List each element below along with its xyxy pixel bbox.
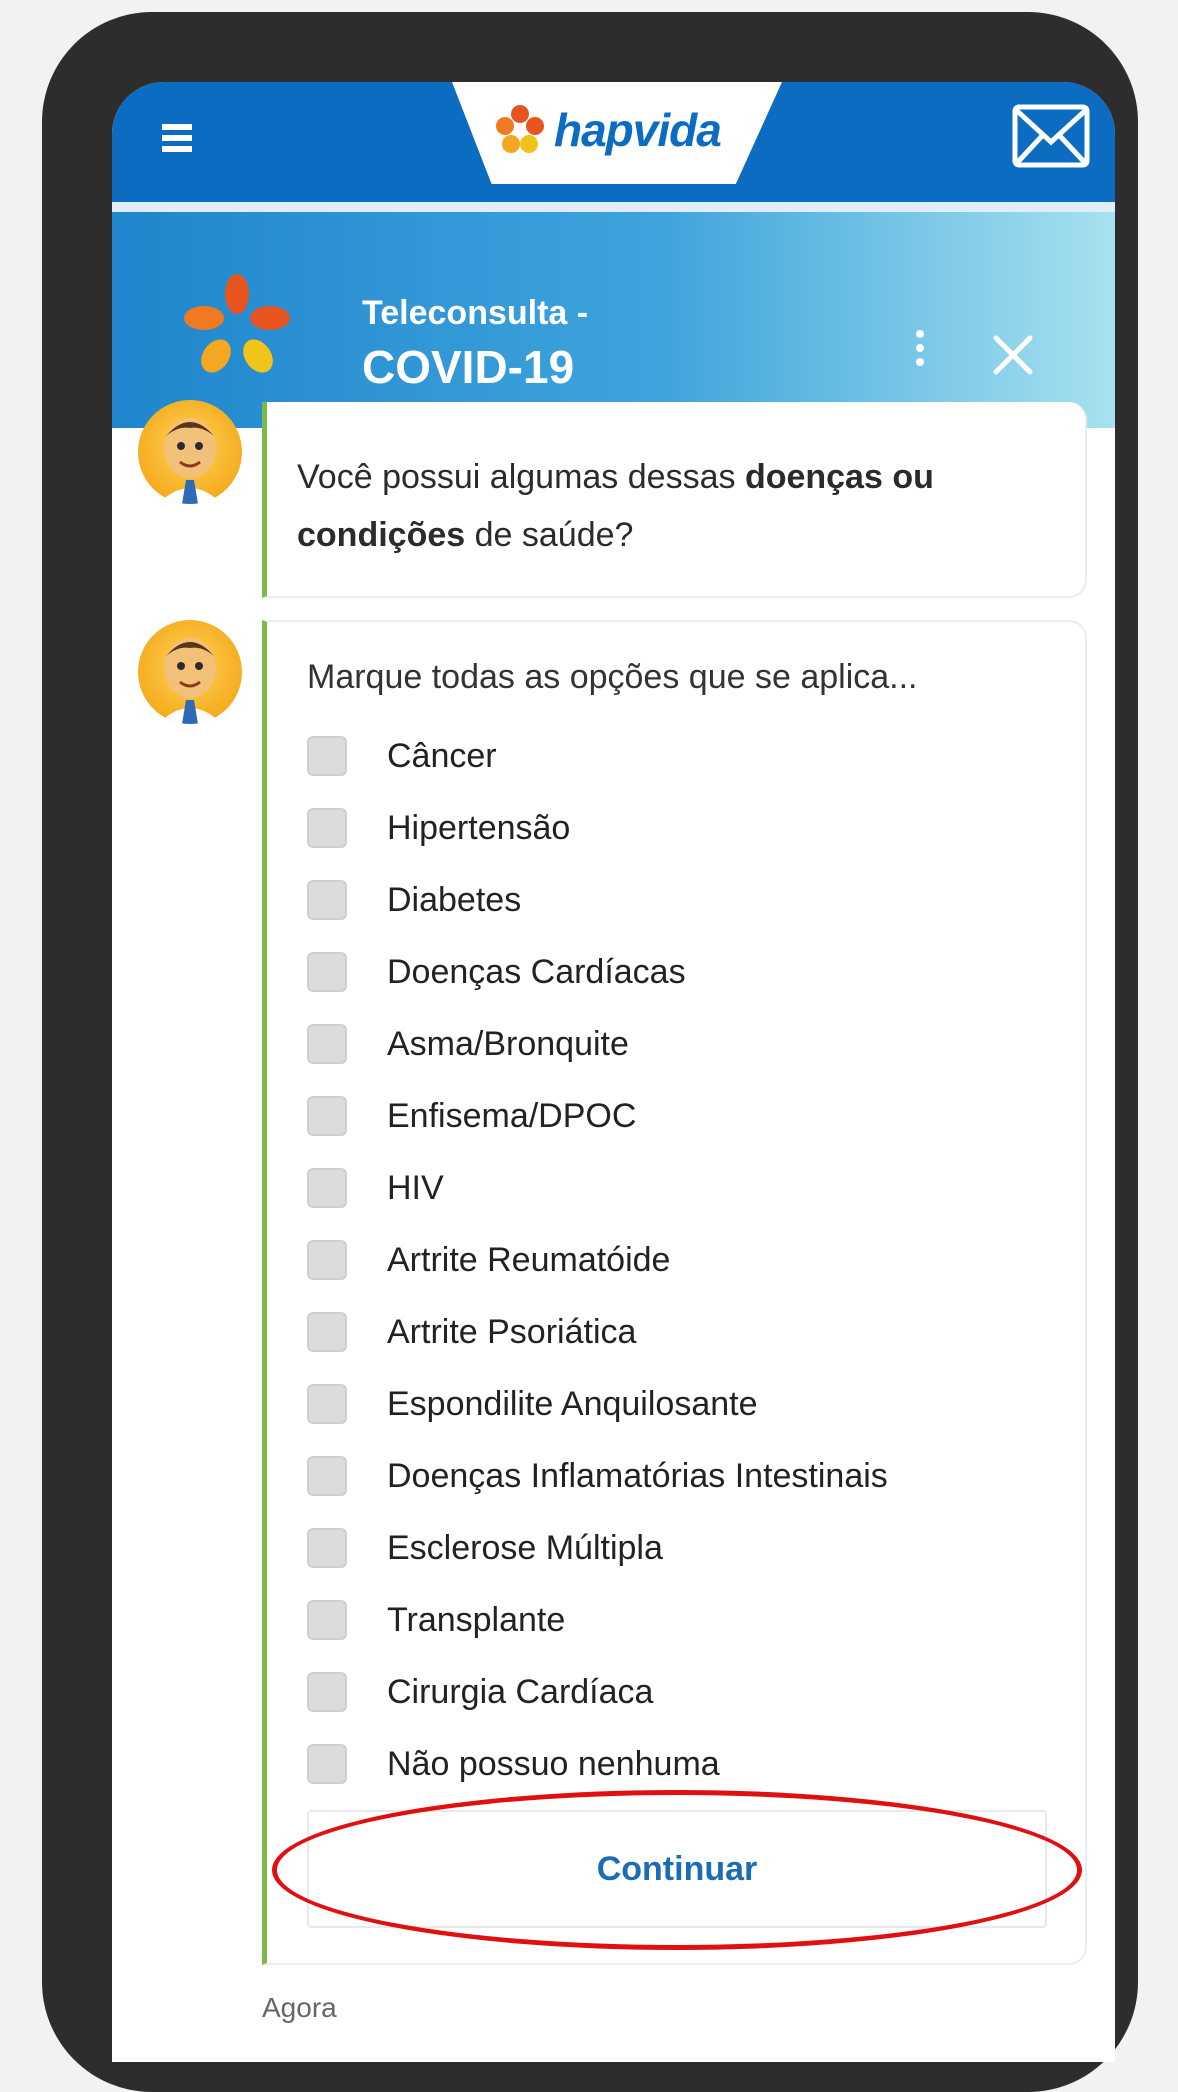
option-row[interactable]: Artrite Reumatóide [307,1224,1067,1296]
option-row[interactable]: Câncer [307,720,1067,792]
option-label: Não possuo nenhuma [387,1744,720,1783]
option-row[interactable]: Doenças Inflamatórias Intestinais [307,1440,1067,1512]
option-row[interactable]: Não possuo nenhuma [307,1728,1067,1800]
bot-avatar [138,620,242,724]
option-row[interactable]: Enfisema/DPOC [307,1080,1067,1152]
app-screen: hapvida Teleconsulta - COVID-19 Você pos… [112,82,1115,2062]
option-row[interactable]: Esclerose Múltipla [307,1512,1067,1584]
option-checkbox[interactable] [307,1096,347,1136]
option-checkbox[interactable] [307,880,347,920]
option-row[interactable]: Diabetes [307,864,1067,936]
option-label: HIV [387,1168,444,1207]
option-label: Asma/Bronquite [387,1024,629,1063]
option-label: Diabetes [387,880,522,919]
option-checkbox[interactable] [307,952,347,992]
option-checkbox[interactable] [307,1384,347,1424]
option-checkbox[interactable] [307,1024,347,1064]
question-text: Você possui algumas dessas doenças ou co… [297,448,1087,564]
option-label: Artrite Reumatóide [387,1240,671,1279]
option-label: Transplante [387,1600,566,1639]
brand-logo: hapvida [492,100,722,160]
option-row[interactable]: Espondilite Anquilosante [307,1368,1067,1440]
option-label: Enfisema/DPOC [387,1096,637,1135]
top-app-bar: hapvida [112,82,1115,202]
option-row[interactable]: Artrite Psoriática [307,1296,1067,1368]
app-bar-divider [112,202,1115,212]
bot-avatar [138,400,242,504]
option-label: Doenças Cardíacas [387,952,686,991]
doctor-mascot-icon [158,418,222,504]
option-label: Doenças Inflamatórias Intestinais [387,1456,888,1495]
flower-icon [496,105,544,153]
question-prefix: Você possui algumas dessas [297,458,745,496]
option-row[interactable]: Asma/Bronquite [307,1008,1067,1080]
continue-label: Continuar [596,1849,758,1888]
options-list: Câncer Hipertensão Diabetes Doenças Cardíac… [307,720,1067,1800]
option-label: Esclerose Múltipla [387,1528,663,1567]
option-checkbox[interactable] [307,1600,347,1640]
chat-title: COVID-19 [362,341,575,393]
kebab-icon[interactable] [912,330,928,378]
option-row[interactable]: Doenças Cardíacas [307,936,1067,1008]
option-checkbox[interactable] [307,1240,347,1280]
option-label: Cirurgia Cardíaca [387,1672,654,1711]
brand-name: hapvida [554,104,722,156]
mail-icon[interactable] [1012,104,1090,168]
option-row[interactable]: Hipertensão [307,792,1067,864]
option-label: Artrite Psoriática [387,1312,637,1351]
option-checkbox[interactable] [307,1456,347,1496]
hapvida-flower-icon [184,274,290,373]
doctor-mascot-icon [158,638,222,724]
option-checkbox[interactable] [307,1744,347,1784]
option-label: Espondilite Anquilosante [387,1384,758,1423]
question-suffix: de saúde? [465,516,634,554]
option-label: Câncer [387,736,497,775]
message-timestamp: Agora [262,1992,337,2023]
menu-icon[interactable] [162,124,192,156]
instruction-text: Marque todas as opções que se aplica... [307,658,918,696]
continue-button[interactable]: Continuar [307,1810,1047,1928]
option-row[interactable]: Cirurgia Cardíaca [307,1656,1067,1728]
option-checkbox[interactable] [307,1528,347,1568]
question-bubble: Você possui algumas dessas doenças ou co… [262,402,1087,598]
option-row[interactable]: Transplante [307,1584,1067,1656]
options-bubble: Marque todas as opções que se aplica... … [262,620,1087,1965]
close-icon[interactable] [990,332,1036,378]
option-label: Hipertensão [387,808,571,847]
chat-header: Teleconsulta - COVID-19 [112,212,1115,428]
chat-subtitle: Teleconsulta - [362,294,589,332]
option-row[interactable]: HIV [307,1152,1067,1224]
option-checkbox[interactable] [307,808,347,848]
option-checkbox[interactable] [307,1312,347,1352]
option-checkbox[interactable] [307,1672,347,1712]
option-checkbox[interactable] [307,1168,347,1208]
option-checkbox[interactable] [307,736,347,776]
